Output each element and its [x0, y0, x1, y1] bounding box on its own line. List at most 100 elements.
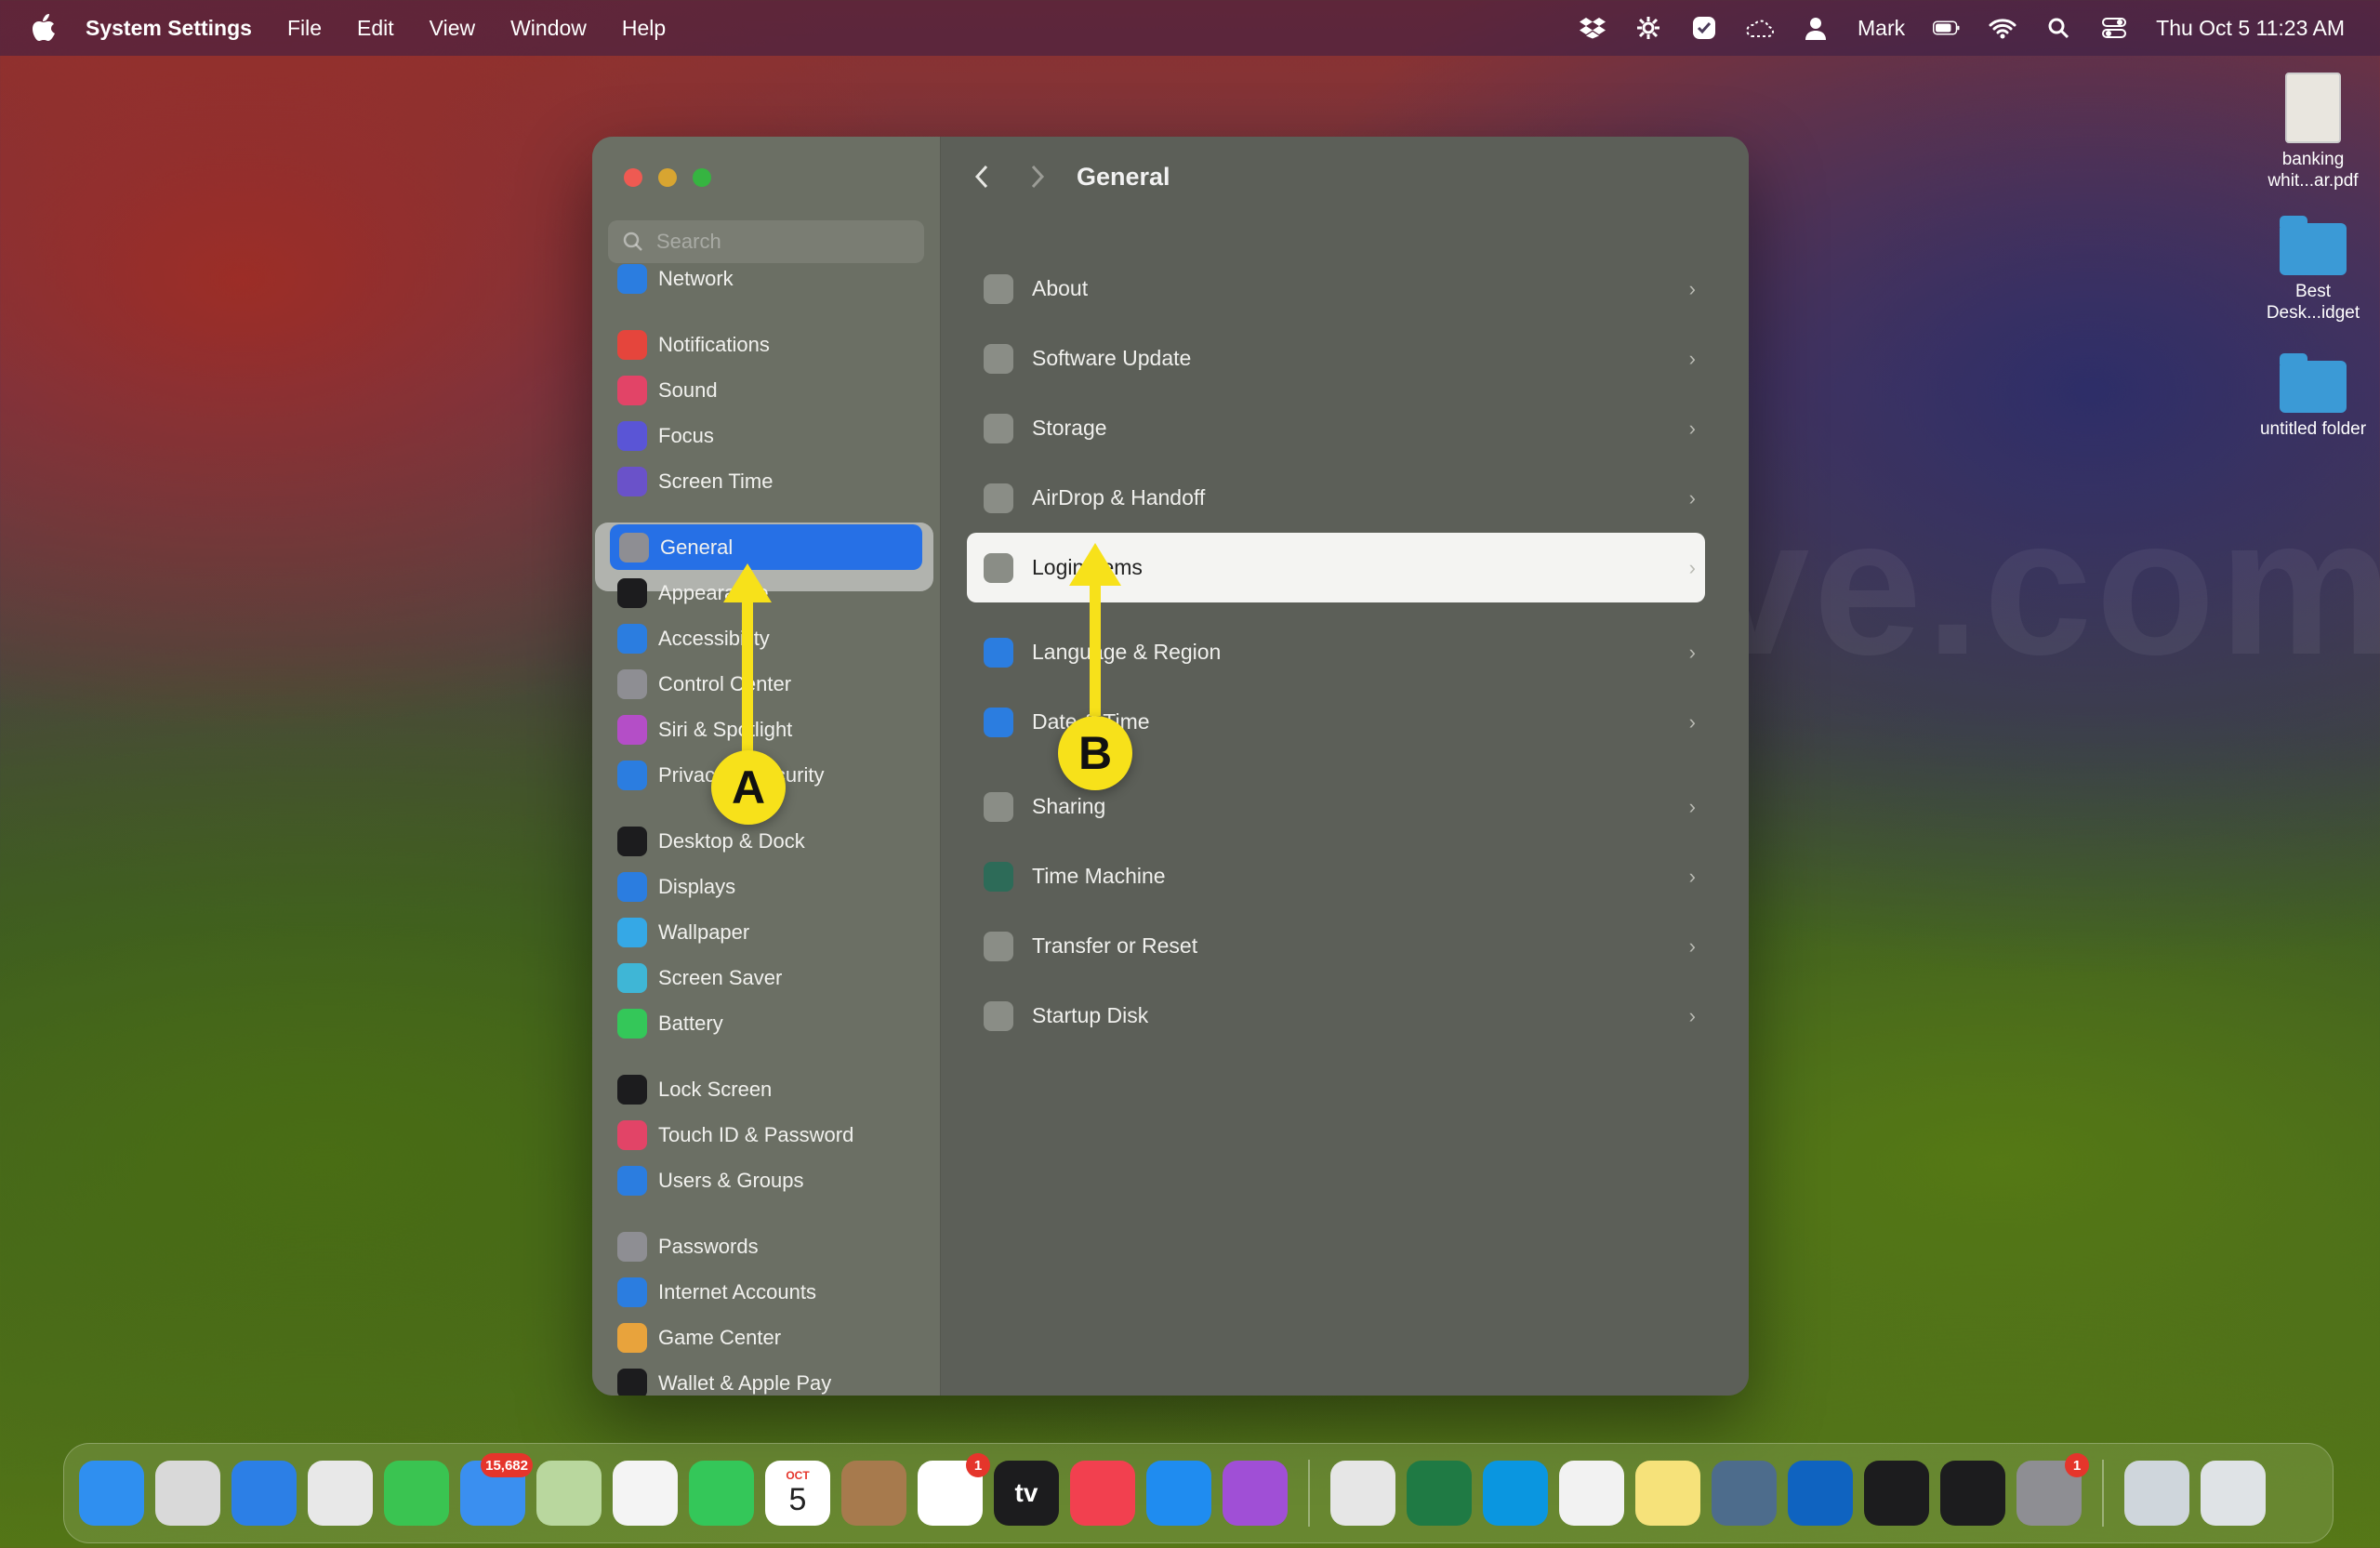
row-login-items[interactable]: Login Items › [967, 533, 1705, 602]
sidebar-item-label: Touch ID & Password [658, 1122, 854, 1146]
sidebar-item-battery[interactable]: Battery [608, 1000, 924, 1046]
freeform-app[interactable] [1559, 1461, 1624, 1526]
sidebar-item-sound[interactable]: Sound [608, 367, 924, 413]
sidebar-group-spacer [608, 1203, 924, 1224]
mail-app[interactable]: 15,682 [460, 1453, 533, 1526]
activity-monitor-app[interactable] [1864, 1461, 1929, 1526]
trash-app[interactable] [2201, 1461, 2266, 1526]
safari-app[interactable] [231, 1461, 297, 1526]
apple-menu-icon[interactable] [32, 14, 58, 42]
excel-app[interactable] [1407, 1461, 1472, 1526]
desktop-folder-untitled[interactable]: untitled folder [2257, 353, 2369, 440]
preview-app[interactable] [1712, 1461, 1777, 1526]
desktop-folder-best[interactable]: Best Desk...idget [2257, 216, 2369, 324]
sidebar-item-network[interactable]: Network [608, 256, 924, 301]
outlook-app[interactable] [1788, 1461, 1853, 1526]
finder-app[interactable] [79, 1461, 144, 1526]
downloads-stack[interactable] [2124, 1461, 2189, 1526]
sidebar-item-focus[interactable]: Focus [608, 413, 924, 458]
dropbox-icon[interactable] [1579, 14, 1606, 42]
row-transfer-or-reset[interactable]: Transfer or Reset › [967, 911, 1705, 981]
launchpad-app[interactable] [155, 1461, 220, 1526]
sidebar-item-control-center[interactable]: Control Center [608, 661, 924, 707]
wifi-icon[interactable] [1989, 14, 2016, 42]
system-settings-app[interactable]: 1 [2016, 1453, 2089, 1526]
back-chevron-icon[interactable] [969, 163, 995, 191]
menu-file[interactable]: File [287, 16, 322, 41]
sidebar-item-desktop-dock[interactable]: Desktop & Dock [608, 818, 924, 864]
sidebar-item-screen-time[interactable]: Screen Time [608, 458, 924, 504]
forward-chevron-icon[interactable] [1025, 163, 1051, 191]
appstore-app[interactable] [1146, 1461, 1211, 1526]
sidebar-item-passwords[interactable]: Passwords [608, 1224, 924, 1269]
notification-badge: 15,682 [481, 1453, 533, 1477]
sidebar-item-touch-id-password[interactable]: Touch ID & Password [608, 1112, 924, 1158]
row-storage[interactable]: Storage › [967, 393, 1705, 463]
row-about[interactable]: About › [967, 254, 1705, 324]
terminal-app[interactable] [1940, 1461, 2005, 1526]
sidebar-item-internet-accounts[interactable]: Internet Accounts [608, 1269, 924, 1315]
sidebar-item-wallpaper[interactable]: Wallpaper [608, 909, 924, 955]
user-icon[interactable] [1802, 14, 1830, 42]
sidebar-item-screen-saver[interactable]: Screen Saver [608, 955, 924, 1000]
zoom-window-button[interactable] [693, 168, 711, 187]
menubar-clock[interactable]: Thu Oct 5 11:23 AM [2156, 16, 2345, 41]
sidebar-item-notifications[interactable]: Notifications [608, 322, 924, 367]
sidebar-item-accessibility[interactable]: Accessibility [608, 615, 924, 661]
maps-app[interactable] [536, 1461, 602, 1526]
minimize-window-button[interactable] [658, 168, 677, 187]
menu-help[interactable]: Help [622, 16, 666, 41]
skype-app[interactable] [1483, 1461, 1548, 1526]
cloud-sync-icon[interactable] [1746, 14, 1774, 42]
sidebar-item-game-center[interactable]: Game Center [608, 1315, 924, 1360]
menu-window[interactable]: Window [510, 16, 587, 41]
photos-app[interactable] [613, 1461, 678, 1526]
reminders-app[interactable]: 1 [918, 1453, 990, 1526]
notes-app[interactable] [1635, 1461, 1700, 1526]
opera-app[interactable] [308, 1461, 373, 1526]
row-language-region[interactable]: Language & Region › [967, 617, 1705, 687]
chevron-right-icon: › [1688, 555, 1696, 579]
gear-extension-icon[interactable] [1634, 14, 1662, 42]
battery-icon[interactable] [1933, 14, 1961, 42]
sidebar-item-displays[interactable]: Displays [608, 864, 924, 909]
row-airdrop-handoff[interactable]: AirDrop & Handoff › [967, 463, 1705, 533]
messages-app[interactable] [384, 1461, 449, 1526]
calendar-month: OCT [786, 1468, 810, 1482]
calendar-app[interactable]: OCT 5 [765, 1461, 830, 1526]
sidebar-item-siri-spotlight[interactable]: Siri & Spotlight [608, 707, 924, 752]
row-software-update[interactable]: Software Update › [967, 324, 1705, 393]
dock-separator [1308, 1460, 1310, 1527]
app-name-menu[interactable]: System Settings [86, 16, 252, 41]
appletv-app[interactable]: tv [994, 1461, 1059, 1526]
feedback-app[interactable] [1223, 1461, 1288, 1526]
menu-view[interactable]: View [430, 16, 475, 41]
row-label: Sharing [1032, 794, 1106, 818]
facetime-app[interactable] [689, 1461, 754, 1526]
flower-icon [617, 917, 647, 947]
sidebar-item-label: Notifications [658, 332, 770, 356]
sidebar-item-general[interactable]: General [610, 524, 922, 570]
chrome-app[interactable] [1330, 1461, 1395, 1526]
appearance-icon [617, 577, 647, 608]
sidebar-group-spacer [608, 504, 924, 524]
sidebar-item-label: Siri & Spotlight [658, 717, 793, 741]
sidebar-item-users-groups[interactable]: Users & Groups [608, 1158, 924, 1203]
checkmark-circle-icon[interactable] [1690, 14, 1718, 42]
close-window-button[interactable] [624, 168, 642, 187]
sidebar-item-lock-screen[interactable]: Lock Screen [608, 1066, 924, 1112]
control-center-icon[interactable] [2100, 14, 2128, 42]
music-app[interactable] [1070, 1461, 1135, 1526]
sidebar-item-appearance[interactable]: Appearance [608, 570, 924, 615]
spotlight-search-icon[interactable] [2044, 14, 2072, 42]
sun-icon [617, 871, 647, 902]
desktop-pdf-file[interactable]: banking whit...ar.pdf [2257, 73, 2369, 192]
sidebar-item-wallet-apple-pay[interactable]: Wallet & Apple Pay [608, 1360, 924, 1396]
user-name[interactable]: Mark [1858, 16, 1905, 41]
desktop-icon-label: Best Desk...idget [2266, 282, 2360, 323]
menu-edit[interactable]: Edit [357, 16, 394, 41]
row-time-machine[interactable]: Time Machine › [967, 841, 1705, 911]
row-startup-disk[interactable]: Startup Disk › [967, 981, 1705, 1051]
chevron-right-icon: › [1688, 709, 1696, 734]
contacts-app[interactable] [841, 1461, 906, 1526]
